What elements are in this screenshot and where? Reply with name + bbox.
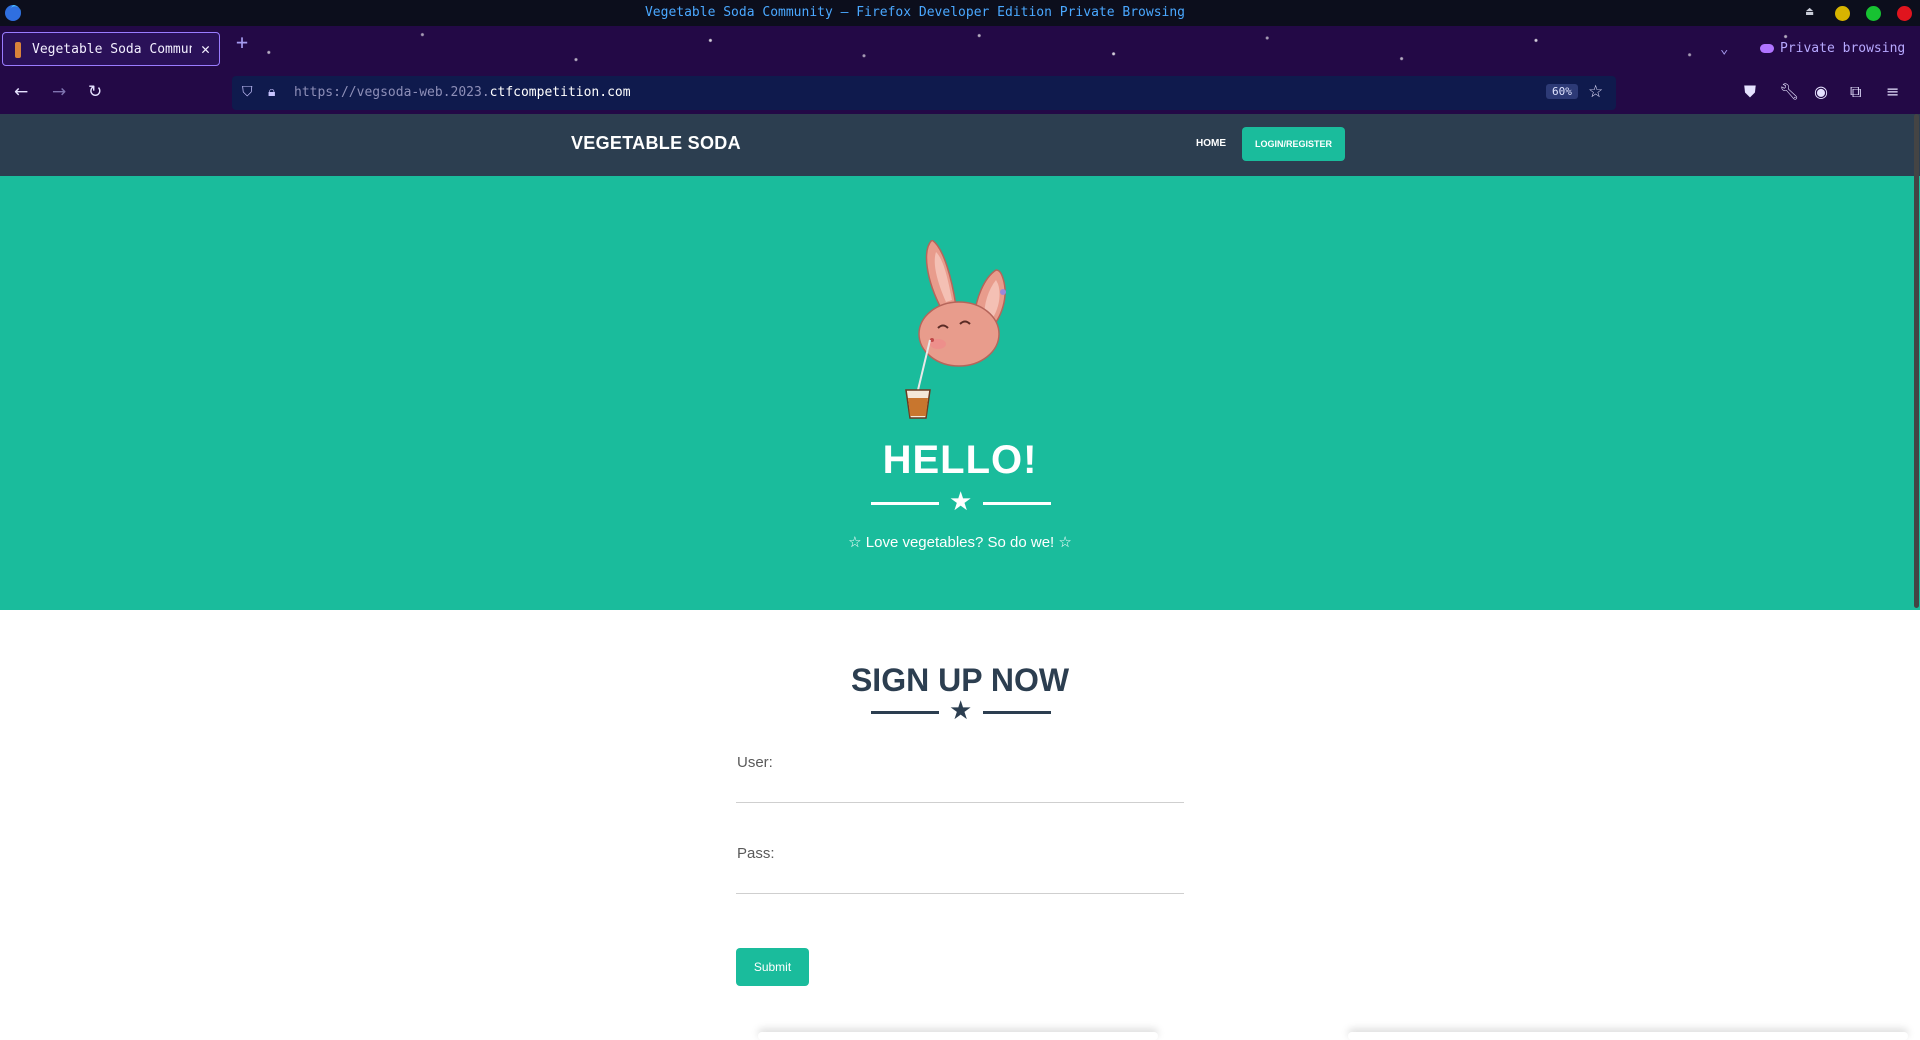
private-mask-icon [1760, 44, 1774, 53]
url-prefix: https://vegsoda-web.2023. [294, 85, 490, 100]
divider-line [871, 502, 939, 505]
page-viewport: VEGETABLE SODA HOME LOGIN/REGISTER HELLO… [0, 114, 1920, 1040]
window-title: Vegetable Soda Community — Firefox Devel… [644, 5, 1186, 20]
nav-home-link[interactable]: HOME [1196, 138, 1226, 149]
hero-subtitle: ☆ Love vegetables? So do we! ☆ [848, 534, 1072, 551]
card-shadow [758, 1032, 1158, 1040]
private-browsing-indicator: Private browsing [1760, 41, 1905, 56]
pocket-icon[interactable]: ⛊ [1744, 82, 1756, 102]
nav-login-register-button[interactable]: LOGIN/REGISTER [1242, 127, 1345, 161]
devtools-wrench-icon[interactable]: 🔧︎ [1779, 82, 1799, 101]
site-navbar: VEGETABLE SODA HOME LOGIN/REGISTER [0, 114, 1920, 176]
tab-label: Vegetable Soda Community [32, 42, 192, 57]
lock-icon[interactable]: 🔒︎ [268, 84, 275, 100]
site-brand[interactable]: VEGETABLE SODA [571, 133, 741, 154]
hero-title: HELLO! [882, 438, 1038, 482]
star-icon: ★ [949, 696, 973, 726]
url-text[interactable]: https://vegsoda-web.2023.ctfcompetition.… [294, 85, 631, 100]
window-titlebar: Vegetable Soda Community — Firefox Devel… [0, 0, 1920, 26]
new-tab-button[interactable]: + [236, 32, 248, 52]
bookmark-star-icon[interactable]: ☆ [1588, 82, 1603, 102]
hero-section: HELLO! ★ ☆ Love vegetables? So do we! ☆ [0, 176, 1920, 610]
zoom-level-badge[interactable]: 60% [1546, 84, 1578, 99]
pass-label: Pass: [737, 845, 775, 862]
tab-strip: Vegetable Soda Community ✕ [0, 26, 1920, 74]
extension-badge-icon[interactable]: ◉ [1814, 82, 1828, 101]
divider-line [871, 711, 939, 714]
submit-button[interactable]: Submit [736, 948, 809, 986]
user-label: User: [737, 754, 773, 771]
browser-navbar: ← → ↻ ⛉ 🔒︎ https://vegsoda-web.2023.ctfc… [0, 74, 1920, 114]
maximize-button[interactable] [1866, 6, 1881, 21]
star-icon: ★ [949, 487, 973, 517]
minimize-button[interactable] [1835, 6, 1850, 21]
hero-star-divider: ★ [871, 487, 1051, 517]
tracking-protection-shield-icon[interactable]: ⛉ [242, 84, 253, 100]
tab-vegetable-soda[interactable]: Vegetable Soda Community ✕ [2, 32, 220, 66]
page-scrollbar[interactable] [1914, 114, 1919, 608]
reload-icon[interactable]: ↻ [88, 82, 102, 102]
signup-star-divider: ★ [871, 696, 1051, 726]
divider-line [983, 502, 1051, 505]
bunny-drinking-soda-illustration [905, 240, 1006, 419]
pass-input[interactable] [736, 866, 1184, 894]
divider-line [983, 711, 1051, 714]
close-window-button[interactable] [1897, 6, 1912, 21]
forward-arrow-icon[interactable]: → [52, 82, 66, 102]
eject-icon[interactable]: ⏏ [1806, 4, 1813, 18]
url-host: ctfcompetition.com [489, 85, 631, 100]
soda-bottle-icon [15, 42, 21, 58]
extensions-puzzle-icon[interactable]: ⧉ [1850, 82, 1861, 102]
user-input[interactable] [736, 775, 1184, 803]
back-arrow-icon[interactable]: ← [14, 82, 28, 102]
close-tab-icon[interactable]: ✕ [201, 40, 210, 58]
menu-hamburger-icon[interactable]: ≡ [1886, 82, 1899, 101]
url-bar[interactable]: ⛉ 🔒︎ https://vegsoda-web.2023.ctfcompeti… [232, 76, 1616, 110]
private-browsing-label: Private browsing [1780, 41, 1906, 56]
card-shadow [1348, 1032, 1908, 1040]
list-tabs-chevron-icon[interactable]: ⌄ [1720, 41, 1728, 57]
signup-title: SIGN UP NOW [850, 662, 1070, 698]
